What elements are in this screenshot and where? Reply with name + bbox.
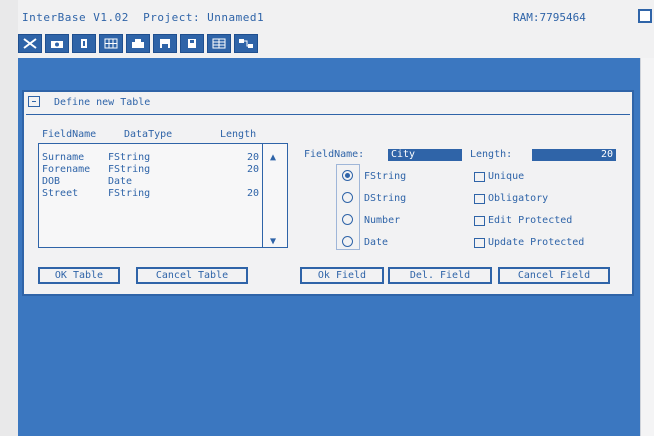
define-table-dialog: Define new Table FieldName DataType Leng…: [22, 90, 634, 296]
print-icon[interactable]: [126, 34, 150, 53]
paint-icon[interactable]: [72, 34, 96, 53]
grid-icon[interactable]: [99, 34, 123, 53]
field-type: FString: [108, 164, 151, 175]
checkbox-label-edit-protected: Edit Protected: [488, 215, 573, 226]
radio-label-dstring: DString: [364, 193, 407, 204]
ok-table-button[interactable]: OK Table: [38, 267, 120, 284]
field-length: 20: [247, 164, 260, 175]
dialog-title: Define new Table: [54, 97, 151, 108]
del-field-button[interactable]: Del. Field: [388, 267, 492, 284]
column-header-fieldname: FieldName: [42, 129, 97, 140]
field-length: 20: [247, 152, 260, 163]
scroll-down-arrow-icon[interactable]: ▼: [270, 236, 276, 247]
camera-icon[interactable]: [45, 34, 69, 53]
fieldname-label: FieldName:: [304, 149, 365, 160]
field-type: Date: [108, 176, 133, 187]
field-name: Street: [42, 188, 79, 199]
column-header-length: Length: [220, 129, 257, 140]
radio-date[interactable]: [342, 236, 353, 247]
save-icon[interactable]: [153, 34, 177, 53]
screen-title: InterBase V1.02 Project: Unnamed1: [22, 11, 265, 24]
floppy-icon[interactable]: [180, 34, 204, 53]
radio-label-date: Date: [364, 237, 389, 248]
radio-label-fstring: FString: [364, 171, 407, 182]
field-type: FString: [108, 188, 151, 199]
length-label: Length:: [470, 149, 513, 160]
toolbar: [18, 34, 258, 53]
radio-label-number: Number: [364, 215, 401, 226]
ram-readout: RAM:7795464: [513, 11, 586, 24]
list-item[interactable]: DOB Date: [42, 176, 132, 188]
list-item[interactable]: Forename FString 20: [42, 164, 259, 176]
checkbox-label-unique: Unique: [488, 171, 525, 182]
cancel-table-label: Cancel Table: [155, 270, 229, 281]
radio-fstring[interactable]: [342, 170, 353, 181]
close-icon[interactable]: [28, 96, 40, 107]
cancel-table-button[interactable]: Cancel Table: [136, 267, 248, 284]
field-name: Surname: [42, 152, 85, 163]
scroll-up-arrow-icon[interactable]: ▲: [270, 152, 276, 163]
diagram-icon[interactable]: [234, 34, 258, 53]
column-header-datatype: DataType: [124, 129, 173, 140]
radio-number[interactable]: [342, 214, 353, 225]
field-list[interactable]: Surname FString 20 Forename FString 20 D…: [38, 143, 288, 248]
table-icon[interactable]: [207, 34, 231, 53]
length-input[interactable]: 20: [532, 149, 616, 161]
checkbox-update-protected[interactable]: [474, 238, 485, 248]
list-item[interactable]: Street FString 20: [42, 188, 259, 200]
field-name: DOB: [42, 176, 61, 187]
checkbox-obligatory[interactable]: [474, 194, 485, 204]
cut-icon[interactable]: [18, 34, 42, 53]
checkbox-unique[interactable]: [474, 172, 485, 182]
cancel-field-button[interactable]: Cancel Field: [498, 267, 610, 284]
field-name: Forename: [42, 164, 91, 175]
checkbox-edit-protected[interactable]: [474, 216, 485, 226]
fieldname-input[interactable]: City: [388, 149, 462, 161]
checkbox-label-obligatory: Obligatory: [488, 193, 549, 204]
ok-field-button[interactable]: Ok Field: [300, 267, 384, 284]
field-type: FString: [108, 152, 151, 163]
cancel-field-label: Cancel Field: [517, 270, 591, 281]
screen-scrollbar[interactable]: [640, 58, 654, 436]
depth-gadget-icon[interactable]: [638, 9, 652, 23]
field-length: 20: [247, 188, 260, 199]
radio-dstring[interactable]: [342, 192, 353, 203]
checkbox-label-update-protected: Update Protected: [488, 237, 585, 248]
del-field-label: Del. Field: [409, 270, 471, 281]
list-item[interactable]: Surname FString 20: [42, 152, 259, 164]
ok-table-label: OK Table: [54, 270, 104, 281]
ok-field-label: Ok Field: [317, 270, 367, 281]
